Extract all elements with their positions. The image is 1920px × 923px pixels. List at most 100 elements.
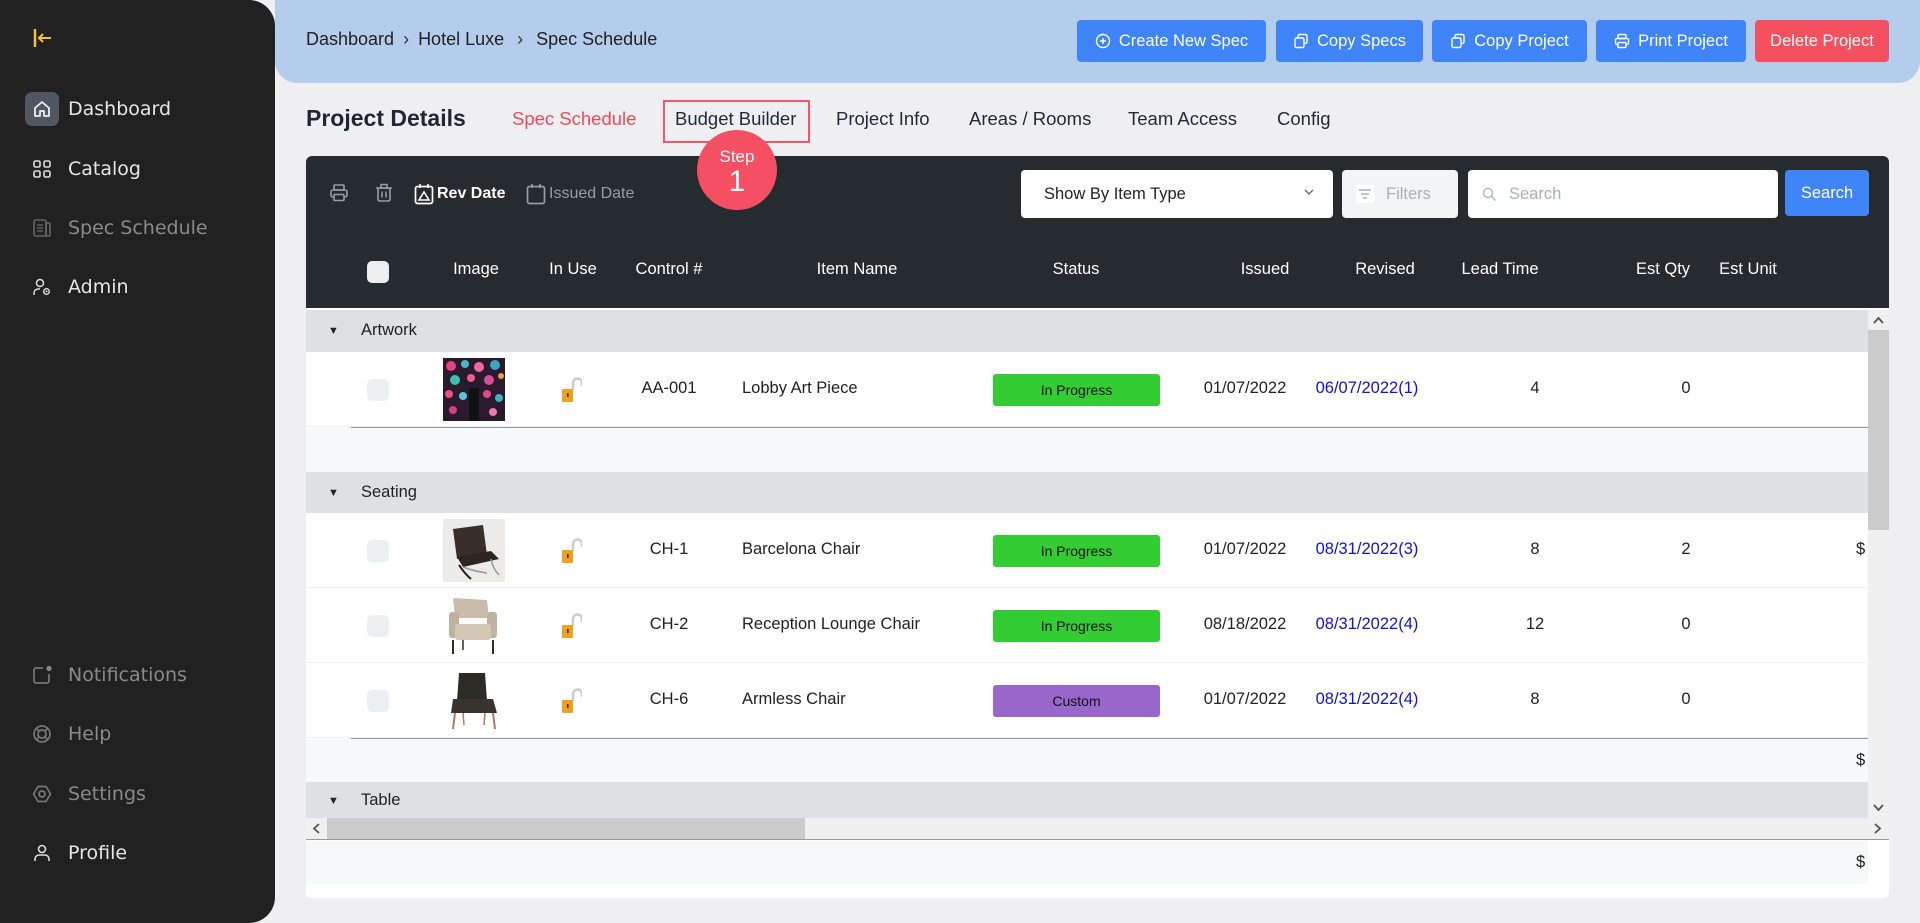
button-label: Create New Spec xyxy=(1118,31,1249,50)
row-checkbox[interactable] xyxy=(367,540,389,562)
create-new-spec-button[interactable]: Create New Spec xyxy=(1077,20,1266,62)
table-toolbar: Rev Date Issued Date Show By Item Type F… xyxy=(306,156,1889,308)
sidebar-item-spec-schedule[interactable]: Spec Schedule xyxy=(25,210,208,246)
column-header-est-qty[interactable]: Est Qty xyxy=(1636,260,1690,279)
item-name[interactable]: Lobby Art Piece xyxy=(742,379,858,398)
horizontal-scroll-thumb[interactable] xyxy=(327,818,805,839)
sidebar-item-notifications[interactable]: Notifications xyxy=(25,657,187,693)
group-name: Table xyxy=(361,791,401,809)
breadcrumb-dashboard[interactable]: Dashboard xyxy=(306,29,394,50)
item-name[interactable]: Barcelona Chair xyxy=(742,540,860,559)
revised-date-link[interactable]: 06/07/2022(1) xyxy=(1316,379,1419,398)
table-row[interactable]: CH-6 Armless Chair Custom 01/07/2022 08/… xyxy=(306,663,1868,738)
revised-date-link[interactable]: 08/31/2022(3) xyxy=(1316,540,1419,559)
tab-team-access[interactable]: Team Access xyxy=(1128,108,1237,130)
copy-icon xyxy=(1451,33,1465,49)
sidebar-item-help[interactable]: Help xyxy=(25,716,111,752)
status-badge[interactable]: In Progress xyxy=(993,374,1160,406)
sidebar-item-label: Notifications xyxy=(68,664,187,686)
group-header-table[interactable]: ▼ Table xyxy=(306,782,1868,818)
sidebar-item-profile[interactable]: Profile xyxy=(25,835,127,871)
search-button[interactable]: Search xyxy=(1785,170,1869,216)
vertical-scroll-thumb[interactable] xyxy=(1868,330,1889,530)
rev-date-toggle[interactable]: Rev Date xyxy=(414,183,505,205)
column-header-lead-time[interactable]: Lead Time xyxy=(1461,260,1538,279)
spec-table-panel: Rev Date Issued Date Show By Item Type F… xyxy=(306,156,1889,898)
revised-date-link[interactable]: 08/31/2022(4) xyxy=(1316,615,1419,634)
group-by-value: Show By Item Type xyxy=(1044,184,1186,203)
column-header-est-unit[interactable]: Est Unit xyxy=(1719,260,1777,279)
status-badge[interactable]: In Progress xyxy=(993,610,1160,642)
calendar-icon xyxy=(414,184,434,205)
column-header-revised[interactable]: Revised xyxy=(1355,260,1415,279)
table-row[interactable]: CH-2 Reception Lounge Chair In Progress … xyxy=(306,588,1868,663)
filters-button[interactable]: Filters xyxy=(1342,170,1458,218)
scroll-down-arrow-icon[interactable] xyxy=(1872,801,1885,814)
column-header-issued[interactable]: Issued xyxy=(1241,260,1290,279)
grand-total: $ xyxy=(1856,853,1866,871)
row-checkbox[interactable] xyxy=(367,379,389,401)
armless-chair-thumbnail xyxy=(443,669,505,732)
lifebuoy-icon xyxy=(25,717,59,751)
search-input[interactable] xyxy=(1509,184,1759,204)
scroll-left-arrow-icon[interactable] xyxy=(310,822,323,835)
calendar-icon xyxy=(526,184,546,205)
group-header-seating[interactable]: ▼ Seating xyxy=(306,472,1868,513)
sidebar-item-admin[interactable]: Admin xyxy=(25,269,129,305)
issued-date-label: Issued Date xyxy=(549,185,635,202)
table-row[interactable]: AA-001 Lobby Art Piece In Progress 01/07… xyxy=(306,352,1868,427)
tab-spec-schedule[interactable]: Spec Schedule xyxy=(512,108,636,130)
sidebar-item-settings[interactable]: Settings xyxy=(25,776,146,812)
item-name[interactable]: Armless Chair xyxy=(742,690,846,709)
breadcrumb-project[interactable]: Hotel Luxe xyxy=(418,29,504,50)
sidebar-item-label: Settings xyxy=(68,783,146,805)
collapse-left-icon[interactable] xyxy=(33,28,53,48)
column-header-item-name[interactable]: Item Name xyxy=(817,260,898,279)
page-title: Project Details xyxy=(306,105,466,131)
group-name: Artwork xyxy=(361,321,417,339)
step-label: Step xyxy=(719,147,755,166)
control-number: CH-1 xyxy=(649,540,689,558)
revised-date-link[interactable]: 08/31/2022(4) xyxy=(1316,690,1419,709)
search-icon xyxy=(1482,187,1496,201)
group-by-select[interactable]: Show By Item Type xyxy=(1021,170,1333,218)
copy-project-button[interactable]: Copy Project xyxy=(1432,20,1587,62)
lead-time: 12 xyxy=(1525,615,1545,633)
item-name[interactable]: Reception Lounge Chair xyxy=(742,615,920,634)
trash-icon[interactable] xyxy=(373,182,395,204)
status-badge[interactable]: In Progress xyxy=(993,535,1160,567)
print-project-button[interactable]: Print Project xyxy=(1596,20,1746,62)
group-header-artwork[interactable]: ▼ Artwork xyxy=(306,310,1868,352)
delete-project-button[interactable]: Delete Project xyxy=(1755,20,1889,62)
issued-date: 01/07/2022 xyxy=(1203,690,1287,708)
column-header-status[interactable]: Status xyxy=(1053,260,1100,279)
table-row[interactable]: CH-1 Barcelona Chair In Progress 01/07/2… xyxy=(306,513,1868,588)
scroll-right-arrow-icon[interactable] xyxy=(1871,822,1884,835)
row-checkbox[interactable] xyxy=(367,615,389,637)
printer-icon[interactable] xyxy=(328,182,350,204)
unlock-icon[interactable] xyxy=(560,537,582,565)
horizontal-scrollbar[interactable] xyxy=(306,818,1889,840)
tab-budget-builder[interactable]: Budget Builder xyxy=(675,108,796,130)
tab-config[interactable]: Config xyxy=(1277,108,1330,130)
sidebar-item-label: Help xyxy=(68,723,112,745)
unlock-icon[interactable] xyxy=(560,687,582,715)
search-field[interactable] xyxy=(1468,170,1778,218)
vertical-scrollbar[interactable] xyxy=(1868,310,1889,818)
status-badge[interactable]: Custom xyxy=(993,685,1160,717)
issued-date: 01/07/2022 xyxy=(1203,540,1287,558)
column-header-control[interactable]: Control # xyxy=(636,260,703,279)
scroll-up-arrow-icon[interactable] xyxy=(1872,314,1885,327)
tab-project-info[interactable]: Project Info xyxy=(836,108,930,130)
unlock-icon[interactable] xyxy=(560,612,582,640)
copy-specs-button[interactable]: Copy Specs xyxy=(1276,20,1423,62)
issued-date-toggle[interactable]: Issued Date xyxy=(526,183,634,205)
sidebar-item-catalog[interactable]: Catalog xyxy=(25,151,141,187)
select-all-checkbox[interactable] xyxy=(367,261,389,283)
unlock-icon[interactable] xyxy=(560,376,582,404)
sidebar-item-label: Profile xyxy=(68,842,128,864)
sidebar-item-label: Admin xyxy=(68,276,129,298)
row-checkbox[interactable] xyxy=(367,690,389,712)
sidebar-item-dashboard[interactable]: Dashboard xyxy=(25,91,171,127)
tab-areas-rooms[interactable]: Areas / Rooms xyxy=(969,108,1091,130)
